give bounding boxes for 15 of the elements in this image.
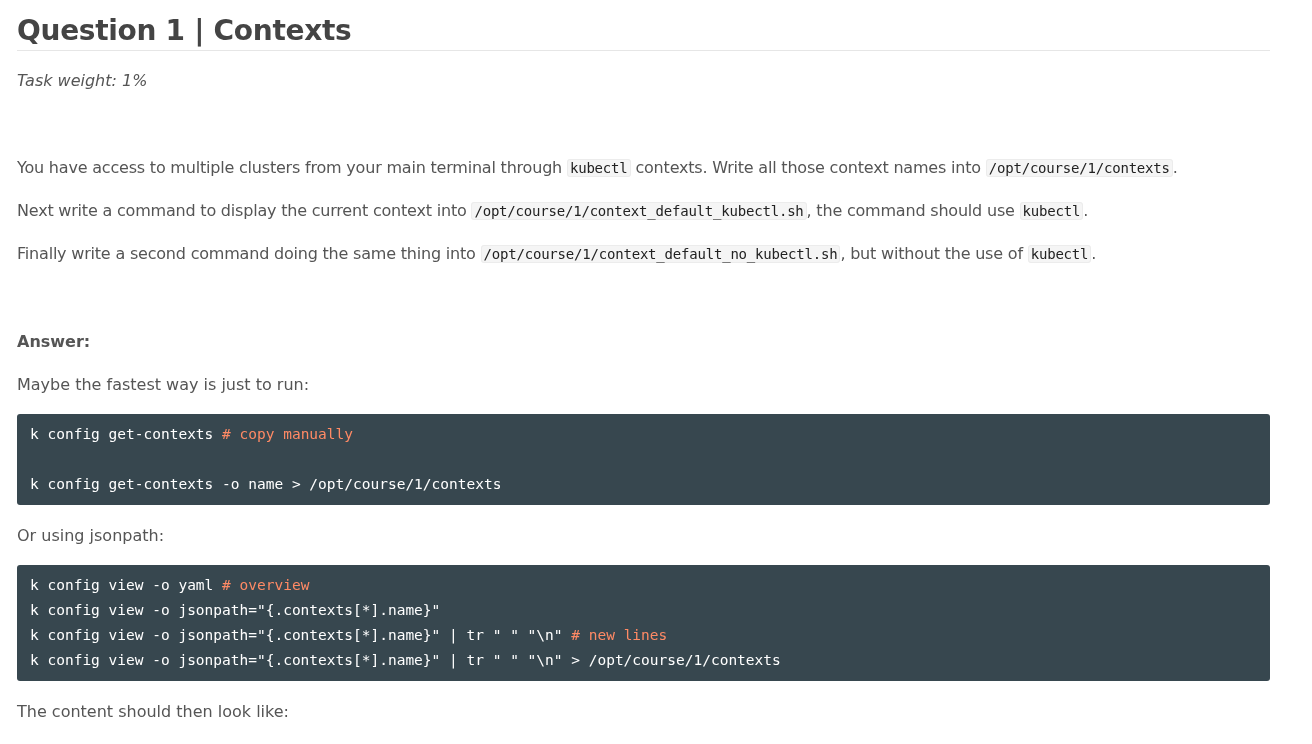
task-paragraph: Next write a command to display the current context into /opt/course/1/context_default_kubectl.sh , the command should use kubectl . [17,199,1090,222]
task-paragraph: You have access to multiple clusters from your main terminal through kubectl contexts. Write all those context names into /opt/course/1/contexts . [17,156,1179,179]
code-line: k config get-contexts # copy manually [30,424,354,444]
answer-paragraph: Or using jsonpath: [17,524,166,547]
code-line: k config get-contexts -o name > /opt/course/1/contexts [30,474,503,494]
code-line: k config view -o jsonpath="{.contexts[*].name}" | tr " " "\n" > /opt/course/1/contexts [30,650,782,671]
question-heading: Question 1 | Contexts [17,14,1270,51]
answer-paragraph: The content should then look like: [17,700,290,723]
task-weight: Task weight: 1% [17,69,149,92]
code-line: k config view -o jsonpath="{.contexts[*].name}" [30,600,442,620]
code-line: k config view -o jsonpath="{.contexts[*].name}" | tr " " "\n" # new lines [30,625,669,646]
task-paragraph: Finally write a second command doing the same thing into /opt/course/1/context_default_no_kubectl.sh , but without the use of kubectl . [17,242,1098,265]
code-line: k config view -o yaml # overview [30,575,311,595]
answer-label: Answer: [17,330,92,353]
answer-paragraph: Maybe the fastest way is just to run: [17,373,311,396]
